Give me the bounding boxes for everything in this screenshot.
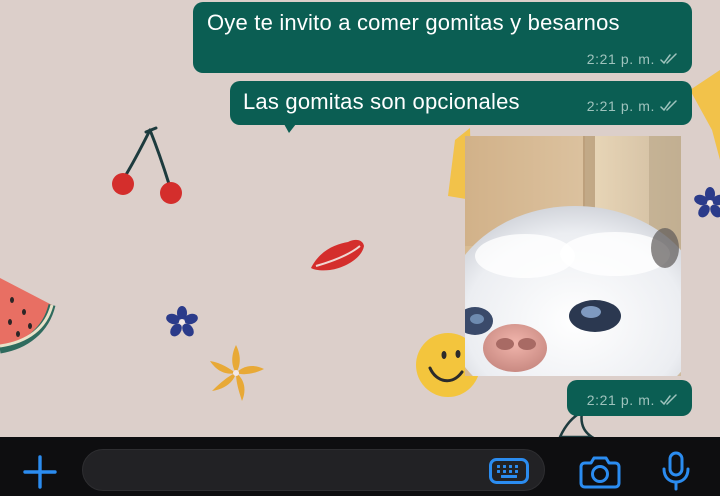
- message-meta: 2:21 p. m.: [587, 392, 678, 408]
- message-time: 2:21 p. m.: [586, 392, 655, 408]
- message-composer-bar: [0, 437, 720, 496]
- message-text: Oye te invito a comer gomitas y besarnos: [207, 10, 620, 35]
- chat-area: Oye te invito a comer gomitas y besarnos…: [0, 0, 720, 437]
- camera-icon: [579, 456, 621, 489]
- cat-photo-image: [465, 136, 681, 376]
- message-meta: 2:21 p. m.: [587, 51, 678, 67]
- voice-message-button[interactable]: [661, 451, 691, 491]
- yellow-flower-icon: [210, 345, 264, 401]
- message-meta: 2:21 p. m.: [587, 98, 678, 114]
- microphone-icon: [662, 451, 690, 491]
- add-attachment-button[interactable]: [22, 454, 58, 490]
- yellow-star-icon: [690, 70, 720, 160]
- message-input[interactable]: [101, 450, 485, 492]
- arrow-mark-icon: [284, 124, 296, 133]
- sticker-keyboard-button[interactable]: [489, 458, 529, 484]
- blue-flower-icon: [166, 306, 198, 337]
- message-time: 2:21 p. m.: [586, 98, 655, 114]
- outgoing-message-bubble[interactable]: 2:21 p. m.: [567, 380, 692, 416]
- plus-icon: [23, 455, 57, 489]
- double-check-icon: [660, 100, 677, 112]
- lips-icon: [311, 239, 364, 271]
- camera-button[interactable]: [579, 454, 621, 490]
- cat-photo-message[interactable]: [465, 136, 681, 376]
- outgoing-message-bubble[interactable]: Las gomitas son opcionales 2:21 p. m.: [230, 81, 692, 125]
- double-check-icon: [660, 394, 677, 406]
- outgoing-message-bubble[interactable]: Oye te invito a comer gomitas y besarnos…: [193, 2, 692, 73]
- message-text: Las gomitas son opcionales: [243, 89, 520, 114]
- watermelon-icon: [0, 278, 56, 354]
- message-time: 2:21 p. m.: [586, 51, 655, 67]
- double-check-icon: [660, 53, 677, 65]
- message-input-box[interactable]: [82, 449, 545, 492]
- blue-flower-icon: [694, 187, 720, 218]
- cherries-icon: [112, 126, 182, 204]
- keyboard-icon: [489, 458, 529, 484]
